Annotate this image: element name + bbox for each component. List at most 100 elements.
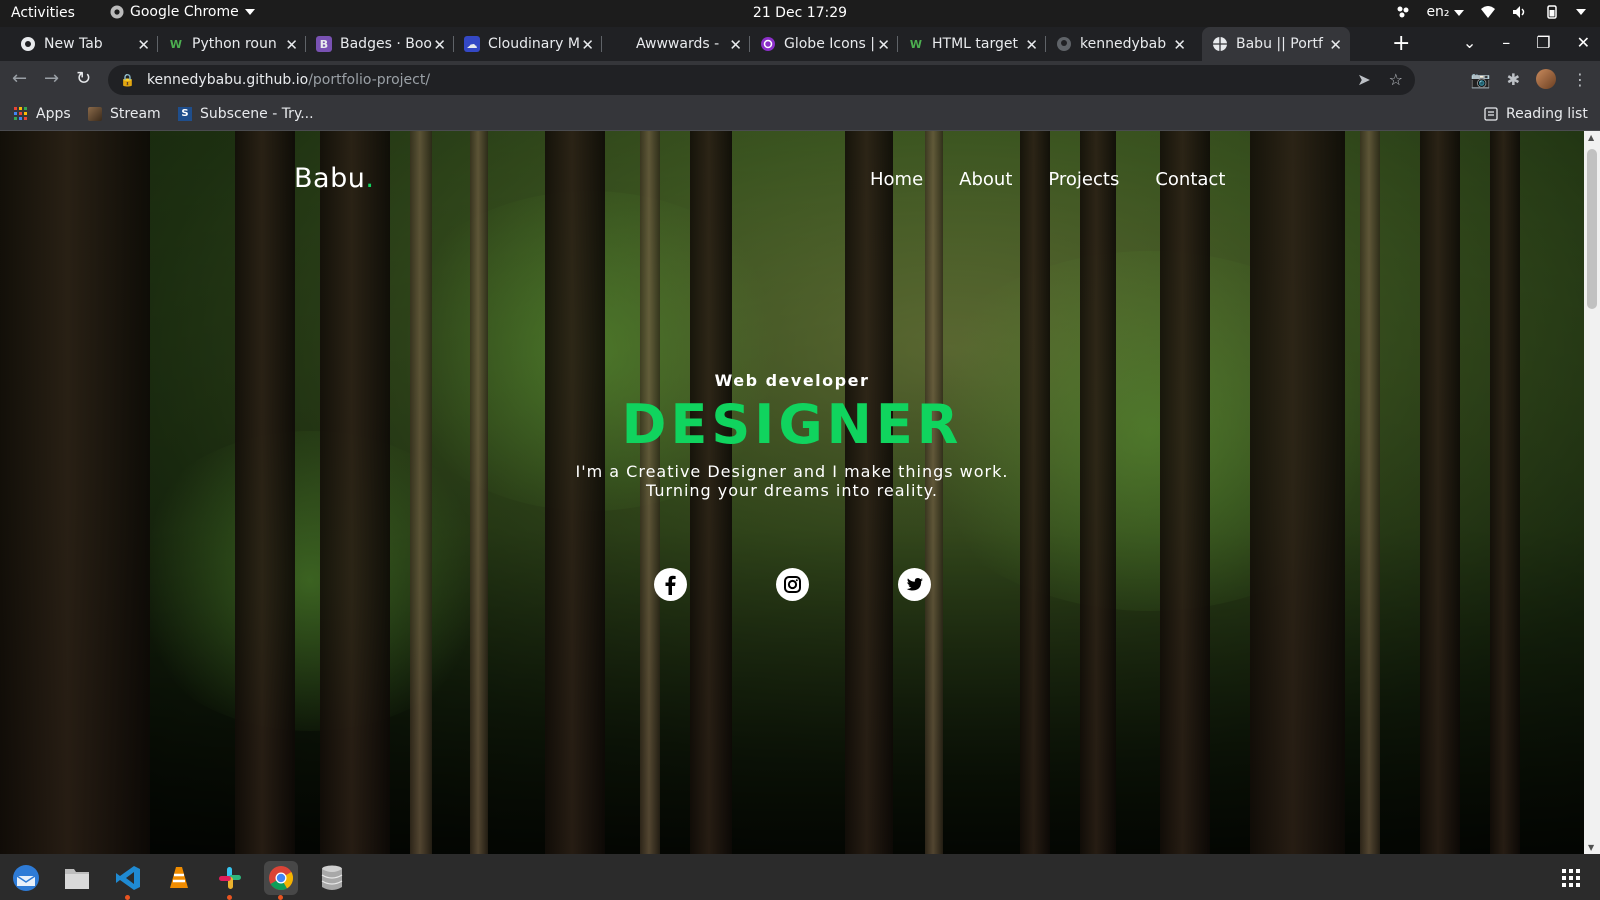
- tab-new-tab[interactable]: New Tab ✕: [10, 27, 158, 61]
- subscene-favicon-icon: S: [178, 107, 192, 121]
- close-tab-icon[interactable]: ✕: [137, 36, 150, 54]
- running-indicator: [278, 895, 283, 900]
- facebook-icon[interactable]: [654, 568, 687, 601]
- reload-icon[interactable]: ↻: [76, 68, 91, 89]
- kebab-menu-icon[interactable]: ⋮: [1572, 70, 1588, 89]
- close-window-icon[interactable]: ✕: [1577, 33, 1590, 52]
- show-applications-grid-icon[interactable]: [1562, 869, 1580, 887]
- nav-projects[interactable]: Projects: [1048, 169, 1119, 190]
- tab-globe-icons[interactable]: Globe Icons | ✕: [750, 27, 898, 61]
- nav-contact[interactable]: Contact: [1155, 169, 1225, 190]
- bookmark-label: Stream: [110, 106, 161, 122]
- forward-arrow-icon[interactable]: →: [44, 68, 59, 89]
- bookmark-label: Apps: [36, 106, 71, 122]
- nav-about[interactable]: About: [959, 169, 1012, 190]
- bookmarks-bar: Apps Stream S Subscene - Try... Reading …: [0, 99, 1600, 131]
- bookmark-star-icon[interactable]: ☆: [1389, 70, 1403, 89]
- nav-home[interactable]: Home: [870, 169, 923, 190]
- apps-grid-icon: [14, 107, 27, 120]
- system-top-bar: Activities Google Chrome 21 Dec 17:29 en…: [0, 0, 1600, 27]
- extensions-puzzle-icon[interactable]: ✱: [1507, 70, 1520, 89]
- bootstrap-icon: B: [316, 36, 332, 52]
- tab-title: Globe Icons |: [784, 36, 875, 52]
- send-to-device-icon[interactable]: ➤: [1357, 70, 1370, 89]
- tab-cloudinary[interactable]: ☁ Cloudinary M ✕: [454, 27, 602, 61]
- app-menu-label: Google Chrome: [130, 4, 239, 20]
- screenshot-extension-icon[interactable]: 📷: [1471, 70, 1491, 89]
- tab-babu-portfolio[interactable]: Babu || Portf ✕: [1202, 27, 1350, 61]
- social-links: [0, 568, 1584, 602]
- awwwards-icon: [612, 36, 628, 52]
- activities-button[interactable]: Activities: [11, 5, 75, 21]
- app-indicator-icon: [1397, 6, 1409, 18]
- files-icon[interactable]: [60, 861, 94, 895]
- bookmark-apps[interactable]: Apps: [14, 106, 71, 122]
- chrome-icon: [20, 36, 36, 52]
- lock-icon[interactable]: 🔒: [120, 73, 135, 87]
- globe-icon: [1212, 36, 1228, 52]
- close-tab-icon[interactable]: ✕: [285, 36, 298, 54]
- stream-favicon-icon: [88, 107, 102, 121]
- tab-badges[interactable]: B Badges · Boo ✕: [306, 27, 454, 61]
- tab-awwwards[interactable]: Awwwards - ✕: [602, 27, 750, 61]
- tab-title: Badges · Boo: [340, 36, 432, 52]
- logo-dot: .: [365, 163, 375, 194]
- address-bar[interactable]: 🔒 kennedybabu.github.io/portfolio-projec…: [108, 65, 1415, 95]
- tab-search-chevron-icon[interactable]: ⌄: [1463, 33, 1476, 52]
- page-viewport: Babu. Home About Projects Contact Web de…: [0, 131, 1584, 854]
- tab-github[interactable]: kennedybab ✕: [1046, 27, 1194, 61]
- toolbar-extensions: 📷 ✱ ⋮: [1471, 69, 1588, 89]
- vscode-icon[interactable]: [111, 861, 145, 900]
- new-tab-button[interactable]: +: [1392, 31, 1410, 56]
- site-logo[interactable]: Babu.: [294, 163, 374, 194]
- close-tab-icon[interactable]: ✕: [581, 36, 594, 54]
- tab-title: Awwwards -: [636, 36, 720, 52]
- running-indicator: [125, 895, 130, 900]
- minimize-icon[interactable]: –: [1502, 33, 1510, 52]
- close-tab-icon[interactable]: ✕: [729, 36, 742, 54]
- close-tab-icon[interactable]: ✕: [433, 36, 446, 54]
- restore-icon[interactable]: ❐: [1536, 33, 1550, 52]
- close-tab-icon[interactable]: ✕: [1329, 36, 1342, 54]
- close-tab-icon[interactable]: ✕: [877, 36, 890, 54]
- browser-toolbar: ← → ↻ 🔒 kennedybabu.github.io/portfolio-…: [0, 61, 1600, 99]
- url-path: /portfolio-project/: [308, 72, 431, 88]
- tab-html-target[interactable]: W HTML target ✕: [898, 27, 1046, 61]
- reading-list-icon: [1484, 107, 1498, 121]
- tab-title: Babu || Portf: [1236, 36, 1323, 52]
- w-icon: W: [909, 37, 923, 51]
- app-menu[interactable]: Google Chrome: [110, 4, 255, 20]
- tab-title: Python roun: [192, 36, 277, 52]
- slack-icon[interactable]: [213, 861, 247, 900]
- hero-eyebrow: Web developer: [714, 371, 870, 390]
- bookmark-stream[interactable]: Stream: [88, 106, 161, 122]
- twitter-icon[interactable]: [898, 568, 931, 601]
- page-scrollbar[interactable]: ▲ ▼: [1584, 131, 1600, 854]
- close-tab-icon[interactable]: ✕: [1173, 36, 1186, 54]
- scroll-down-arrow-icon[interactable]: ▼: [1588, 843, 1594, 852]
- system-tray[interactable]: en₂: [1396, 4, 1586, 20]
- vlc-icon[interactable]: [162, 861, 196, 895]
- database-icon[interactable]: [315, 861, 349, 895]
- hero-tagline-line-2: Turning your dreams into reality.: [646, 481, 938, 500]
- reading-list-button[interactable]: Reading list: [1484, 106, 1588, 122]
- wifi-icon: [1481, 6, 1495, 18]
- scroll-up-arrow-icon[interactable]: ▲: [1588, 133, 1594, 142]
- tab-title: HTML target: [932, 36, 1018, 52]
- chrome-icon[interactable]: [264, 861, 298, 900]
- tab-python[interactable]: W Python roun ✕: [158, 27, 306, 61]
- scrollbar-thumb[interactable]: [1587, 149, 1597, 309]
- running-indicator: [227, 895, 232, 900]
- language-indicator[interactable]: en₂: [1426, 4, 1464, 20]
- bookmark-subscene[interactable]: S Subscene - Try...: [178, 106, 314, 122]
- thunderbird-icon[interactable]: [9, 861, 43, 895]
- back-arrow-icon[interactable]: ←: [12, 68, 27, 89]
- hero-section: Web developer DESIGNER I'm a Creative De…: [0, 371, 1584, 500]
- tab-title: New Tab: [44, 36, 103, 52]
- instagram-icon[interactable]: [776, 568, 809, 601]
- chevron-down-icon: [1454, 10, 1464, 16]
- close-tab-icon[interactable]: ✕: [1025, 36, 1038, 54]
- system-menu-chevron-icon: [1576, 9, 1586, 15]
- ubuntu-dock: [0, 854, 1600, 900]
- profile-avatar[interactable]: [1536, 69, 1556, 89]
